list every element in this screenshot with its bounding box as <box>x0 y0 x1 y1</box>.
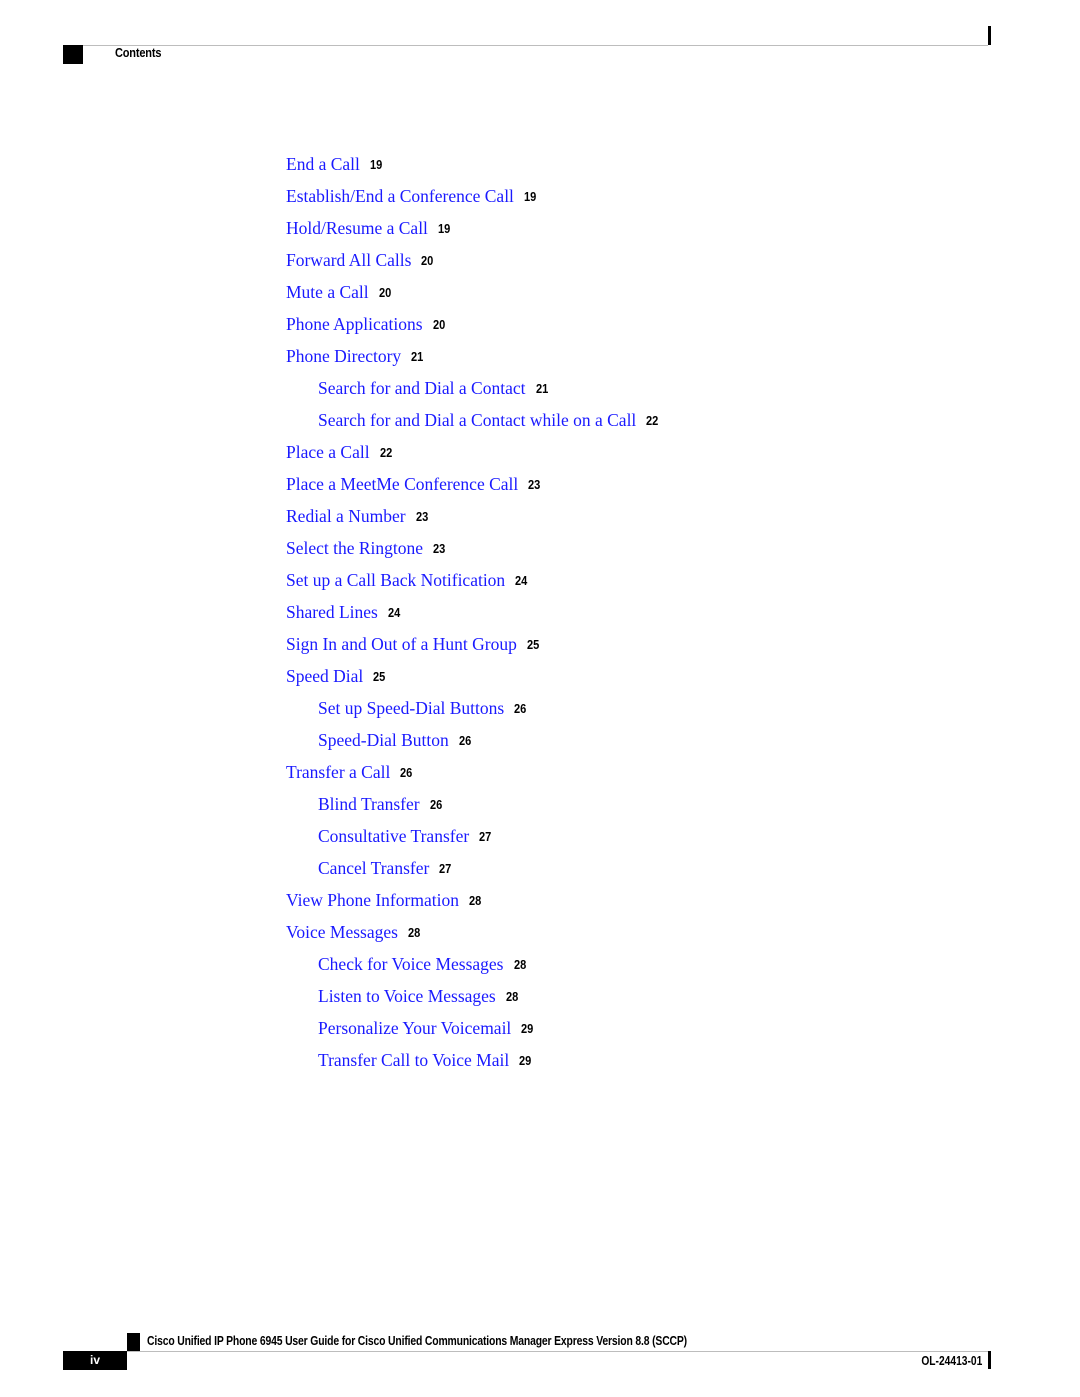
toc-entry: Place a Call 22 <box>286 441 661 473</box>
toc-entry: Speed Dial 25 <box>286 665 661 697</box>
toc-page-number: 22 <box>646 413 659 428</box>
toc-entry-link[interactable]: Redial a Number <box>286 505 406 527</box>
toc-page-number: 23 <box>415 509 428 524</box>
toc-page-number: 28 <box>407 925 421 940</box>
toc-subentry: Set up Speed-Dial Buttons 26 <box>286 697 661 729</box>
toc-entry-link[interactable]: Speed Dial <box>286 665 363 687</box>
toc-entry-link[interactable]: Place a Call <box>286 441 370 463</box>
header-marker-block <box>63 45 83 64</box>
toc-entry-link[interactable]: Forward All Calls <box>286 249 411 271</box>
toc-page-number: 21 <box>535 381 548 396</box>
toc-entry-link[interactable]: Set up Speed-Dial Buttons <box>318 697 504 719</box>
toc-entry-link[interactable]: Select the Ringtone <box>286 537 423 559</box>
toc-entry: Sign In and Out of a Hunt Group 25 <box>286 633 661 665</box>
toc-entry-link[interactable]: Search for and Dial a Contact while on a… <box>318 409 636 431</box>
toc-entry: View Phone Information 28 <box>286 889 661 921</box>
toc-entry: Phone Directory 21 <box>286 345 661 377</box>
toc-page-number: 27 <box>479 829 492 844</box>
toc-page-number: 28 <box>468 893 482 908</box>
header-edge-bar <box>988 26 991 45</box>
toc-entry-link[interactable]: View Phone Information <box>286 889 459 911</box>
toc-entry-link[interactable]: Listen to Voice Messages <box>318 985 496 1007</box>
toc-entry-link[interactable]: Establish/End a Conference Call <box>286 185 514 207</box>
toc-page-number: 27 <box>439 861 452 876</box>
toc-page-number: 20 <box>432 317 445 332</box>
toc-entry: Select the Ringtone 23 <box>286 537 661 569</box>
toc-entry-link[interactable]: Personalize Your Voicemail <box>318 1017 511 1039</box>
toc-entry-link[interactable]: Check for Voice Messages <box>318 953 504 975</box>
toc-page-number: 22 <box>379 445 392 460</box>
footer-doc-number: OL-24413-01 <box>921 1354 983 1368</box>
toc-entry-link[interactable]: Blind Transfer <box>318 793 420 815</box>
toc-entry: End a Call 19 <box>286 153 661 185</box>
toc-entry: Transfer a Call 26 <box>286 761 661 793</box>
toc-entry-link[interactable]: Transfer a Call <box>286 761 390 783</box>
toc-page-number: 29 <box>521 1021 534 1036</box>
toc-entry-link[interactable]: Mute a Call <box>286 281 369 303</box>
toc-subentry: Personalize Your Voicemail 29 <box>286 1017 661 1049</box>
toc-entry: Place a MeetMe Conference Call 23 <box>286 473 661 505</box>
toc-entry-link[interactable]: Sign In and Out of a Hunt Group <box>286 633 517 655</box>
toc-subentry: Check for Voice Messages 28 <box>286 953 661 985</box>
toc-entry-link[interactable]: Shared Lines <box>286 601 378 623</box>
toc-subentry: Speed-Dial Button 26 <box>286 729 661 761</box>
toc-entry: Phone Applications 20 <box>286 313 661 345</box>
toc-entry-link[interactable]: Voice Messages <box>286 921 398 943</box>
toc-entry-link[interactable]: Cancel Transfer <box>318 857 429 879</box>
footer-rule <box>127 1351 988 1352</box>
toc-entry-link[interactable]: End a Call <box>286 153 360 175</box>
toc-page-number: 29 <box>519 1053 532 1068</box>
toc-page-number: 21 <box>411 349 424 364</box>
toc-page-number: 25 <box>373 669 386 684</box>
toc-page-number: 19 <box>437 221 451 236</box>
toc-entry: Shared Lines 24 <box>286 601 661 633</box>
toc-entry: Establish/End a Conference Call 19 <box>286 185 661 217</box>
toc-page-number: 24 <box>387 605 401 620</box>
toc-page-number: 26 <box>400 765 413 780</box>
toc-entry: Hold/Resume a Call 19 <box>286 217 661 249</box>
toc-page-number: 28 <box>513 957 526 972</box>
footer-edge-bar <box>988 1351 991 1369</box>
table-of-contents: End a Call 19 Establish/End a Conference C… <box>286 153 661 1081</box>
toc-entry-link[interactable]: Hold/Resume a Call <box>286 217 428 239</box>
toc-entry-link[interactable]: Consultative Transfer <box>318 825 469 847</box>
toc-subentry: Cancel Transfer 27 <box>286 857 661 889</box>
toc-entry: Set up a Call Back Notification 24 <box>286 569 661 601</box>
toc-subentry: Blind Transfer 26 <box>286 793 661 825</box>
toc-entry: Voice Messages 28 <box>286 921 661 953</box>
footer-page-number: iv <box>63 1351 127 1370</box>
toc-entry-link[interactable]: Place a MeetMe Conference Call <box>286 473 518 495</box>
toc-page-number: 24 <box>515 573 528 588</box>
toc-page-number: 20 <box>421 253 434 268</box>
toc-entry-link[interactable]: Transfer Call to Voice Mail <box>318 1049 509 1071</box>
toc-entry: Redial a Number 23 <box>286 505 661 537</box>
toc-page-number: 20 <box>378 285 391 300</box>
toc-entry-link[interactable]: Search for and Dial a Contact <box>318 377 526 399</box>
header-rule <box>63 45 988 46</box>
toc-entry: Forward All Calls 20 <box>286 249 661 281</box>
toc-subentry: Search for and Dial a Contact while on a… <box>286 409 661 441</box>
toc-subentry: Consultative Transfer 27 <box>286 825 661 857</box>
header-section-title: Contents <box>115 46 162 60</box>
toc-entry-link[interactable]: Set up a Call Back Notification <box>286 569 505 591</box>
toc-subentry: Search for and Dial a Contact 21 <box>286 377 661 409</box>
toc-page-number: 25 <box>526 637 540 652</box>
toc-entry: Mute a Call 20 <box>286 281 661 313</box>
toc-page-number: 23 <box>433 541 446 556</box>
toc-page-number: 23 <box>528 477 541 492</box>
toc-page-number: 19 <box>523 189 537 204</box>
toc-entry-link[interactable]: Speed-Dial Button <box>318 729 449 751</box>
toc-subentry: Listen to Voice Messages 28 <box>286 985 661 1017</box>
toc-page-number: 26 <box>514 701 527 716</box>
footer-book-title: Cisco Unified IP Phone 6945 User Guide f… <box>147 1333 687 1348</box>
toc-entry-link[interactable]: Phone Directory <box>286 345 401 367</box>
toc-entry-link[interactable]: Phone Applications <box>286 313 423 335</box>
toc-page-number: 19 <box>369 157 383 172</box>
footer-marker-block <box>127 1333 140 1351</box>
toc-page-number: 26 <box>458 733 472 748</box>
toc-subentry: Transfer Call to Voice Mail 29 <box>286 1049 661 1081</box>
toc-page-number: 26 <box>429 797 442 812</box>
toc-page-number: 28 <box>505 989 519 1004</box>
